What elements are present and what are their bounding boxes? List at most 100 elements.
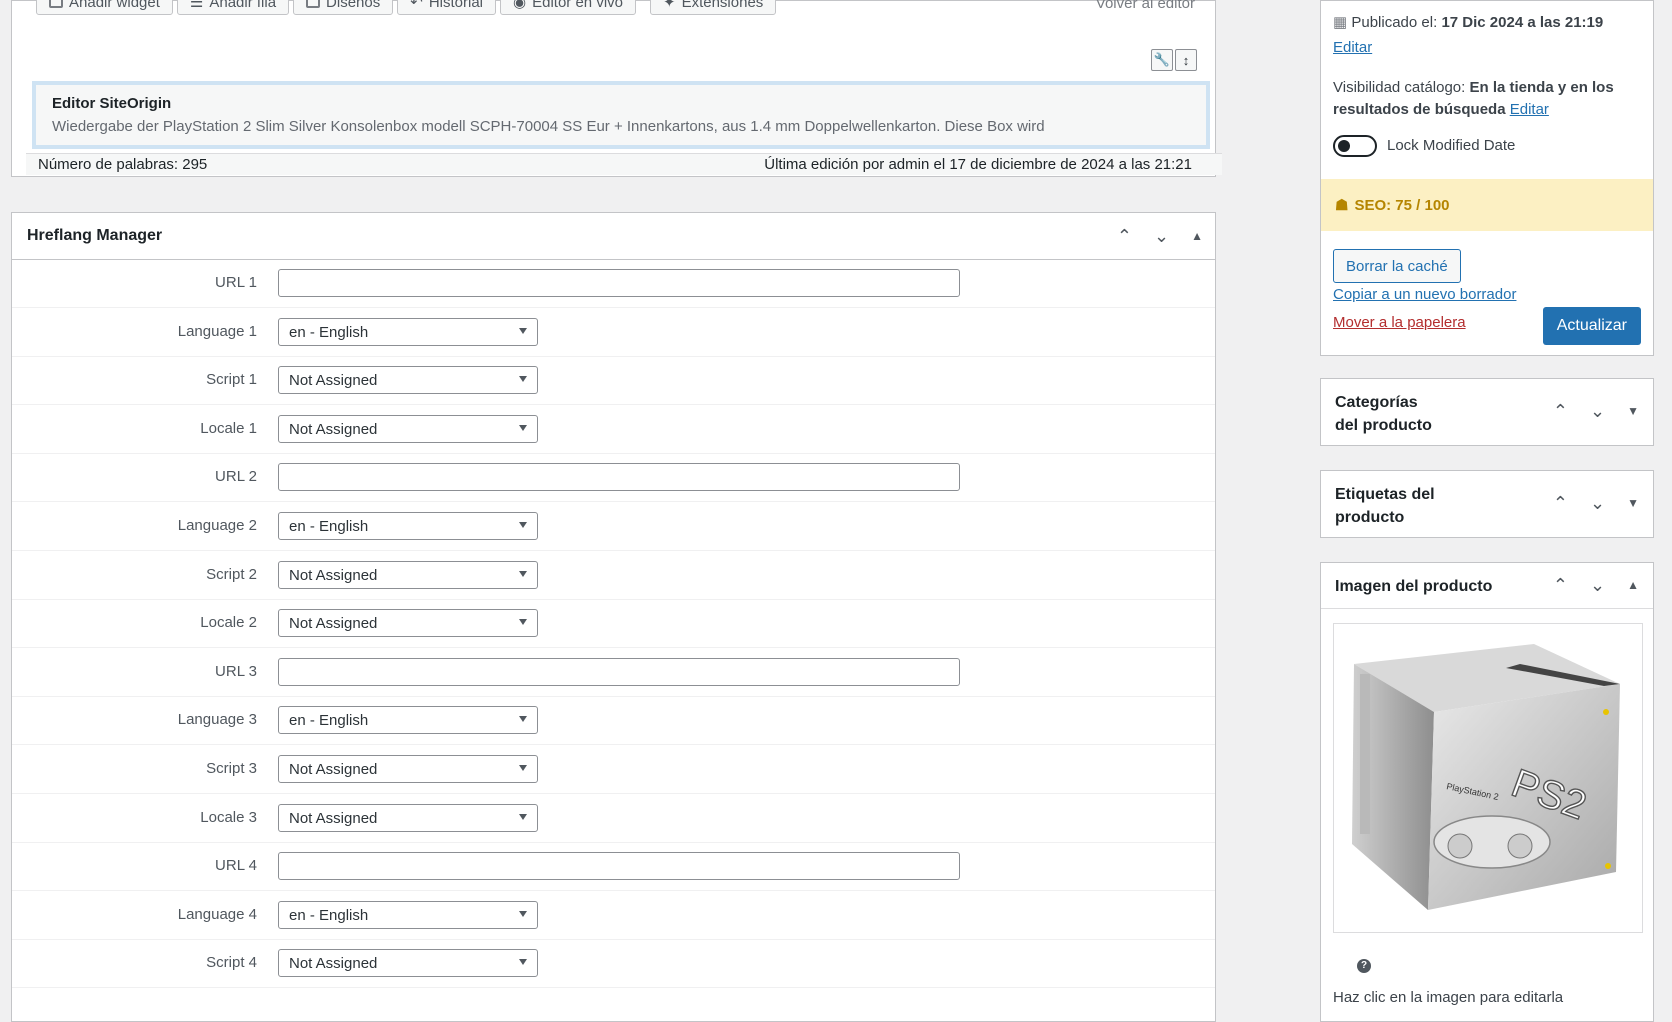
hreflang-row-label: Language 3 xyxy=(177,711,257,729)
visibility-value-1: En la tienda y en los xyxy=(1469,79,1614,96)
hreflang-row: URL 3 xyxy=(12,648,1215,697)
hreflang-row-label: URL 3 xyxy=(215,662,257,680)
hreflang-row: Locale 3 Not Assigned xyxy=(12,794,1215,843)
categories-title-2: del producto xyxy=(1335,417,1432,434)
history-label: Historial xyxy=(428,0,484,11)
hreflang-row-label: Locale 2 xyxy=(200,614,257,632)
edit-date-link[interactable]: Editar xyxy=(1333,39,1372,56)
hreflang-row: Language 3 en - English xyxy=(12,696,1215,746)
hreflang-select[interactable]: Not Assigned xyxy=(278,609,538,638)
published-date: 17 Dic 2024 a las 21:19 xyxy=(1441,14,1604,31)
hreflang-select[interactable]: en - English xyxy=(278,706,538,735)
dropdown-arrow-icon xyxy=(519,327,527,334)
hreflang-row: URL 1 xyxy=(12,259,1215,308)
tags-controls: ⌃ ⌄ ▼ xyxy=(1553,493,1639,514)
chevron-up-icon[interactable]: ⌃ xyxy=(1117,226,1132,247)
seo-score-badge: ☗ SEO: 75 / 100 xyxy=(1321,179,1653,231)
hreflang-row-label: Script 1 xyxy=(206,371,257,389)
publish-panel: ▦ Publicado el: 17 Dic 2024 a las 21:19 … xyxy=(1320,0,1654,356)
dropdown-arrow-icon xyxy=(519,813,527,820)
url-input[interactable] xyxy=(278,269,960,297)
add-row-button[interactable]: ☰ Añadir fila xyxy=(176,0,290,15)
select-value: Not Assigned xyxy=(289,420,378,438)
tags-panel: Etiquetas del producto ⌃ ⌄ ▼ xyxy=(1320,470,1654,538)
menu-icon: ☰ xyxy=(189,0,204,11)
toggle-arrow-icon[interactable]: ▼ xyxy=(1627,493,1639,514)
hreflang-select[interactable]: Not Assigned xyxy=(278,560,538,589)
edit-visibility-link[interactable]: Editar xyxy=(1510,101,1549,118)
siteorigin-widget[interactable]: Editor SiteOrigin Wiedergabe der PlaySta… xyxy=(32,81,1210,149)
panel-controls: ⌃ ⌄ ▲ xyxy=(1117,226,1203,247)
hreflang-select[interactable]: Not Assigned xyxy=(278,949,538,978)
hreflang-select[interactable]: Not Assigned xyxy=(278,366,538,395)
history-button[interactable]: ↶ Historial xyxy=(397,0,497,15)
chevron-up-icon[interactable]: ⌃ xyxy=(1553,401,1568,422)
chevron-down-icon[interactable]: ⌄ xyxy=(1590,493,1605,514)
ps2-box-image: PS2 PlayStation 2 xyxy=(1352,644,1620,910)
seo-score: SEO: 75 / 100 xyxy=(1354,196,1450,214)
calendar-icon: ▦ xyxy=(1333,14,1348,31)
chevron-up-icon[interactable]: ⌃ xyxy=(1553,575,1568,596)
select-value: Not Assigned xyxy=(289,615,378,633)
toggle-arrow-icon[interactable]: ▼ xyxy=(1627,401,1639,422)
add-widget-button[interactable]: Añadir widget xyxy=(36,0,173,15)
extensions-button[interactable]: ✦ Extensiones xyxy=(650,0,777,15)
dropdown-arrow-icon xyxy=(519,424,527,431)
select-value: Not Assigned xyxy=(289,809,378,827)
widget-title: Editor SiteOrigin xyxy=(52,95,172,112)
trash-link[interactable]: Mover a la papelera xyxy=(1333,314,1466,331)
update-button[interactable]: Actualizar xyxy=(1542,307,1641,345)
hreflang-row: Locale 2 Not Assigned xyxy=(12,599,1215,649)
hreflang-row: Script 2 Not Assigned xyxy=(12,551,1215,600)
chevron-down-icon[interactable]: ⌄ xyxy=(1590,401,1605,422)
lock-label: Lock Modified Date xyxy=(1387,137,1516,154)
hreflang-row: Language 4 en - English xyxy=(12,891,1215,940)
product-image[interactable]: PS2 PlayStation 2 xyxy=(1333,623,1643,933)
toggle-arrow-icon[interactable]: ▲ xyxy=(1191,229,1203,243)
hreflang-header: Hreflang Manager ⌃ ⌄ ▲ xyxy=(12,213,1215,260)
categories-panel: Categorías del producto ⌃ ⌄ ▼ xyxy=(1320,378,1654,446)
widget-description: Wiedergabe der PlayStation 2 Slim Silver… xyxy=(52,118,1045,135)
editor-status-bar: Número de palabras: 295 Última edición p… xyxy=(26,153,1222,175)
row-tools: 🔧 ↕ xyxy=(1151,49,1197,71)
help-icon[interactable]: ? xyxy=(1357,959,1371,973)
lock-modified-toggle[interactable] xyxy=(1333,135,1377,157)
toggle-arrow-icon[interactable]: ▲ xyxy=(1627,575,1639,596)
hreflang-select[interactable]: Not Assigned xyxy=(278,414,538,443)
url-input[interactable] xyxy=(278,852,960,881)
url-input[interactable] xyxy=(278,463,960,492)
product-image-hint: Haz clic en la imagen para editarla xyxy=(1333,989,1564,1006)
hreflang-select[interactable]: en - English xyxy=(278,317,538,346)
add-widget-label: Añadir widget xyxy=(69,0,160,11)
live-editor-button[interactable]: ◉ Editor en vivo xyxy=(500,0,636,15)
tags-title-1: Etiquetas del xyxy=(1335,486,1435,503)
copy-draft-link[interactable]: Copiar a un nuevo borrador xyxy=(1333,286,1516,303)
published-label: Publicado el: xyxy=(1351,14,1438,31)
hreflang-row: Language 1 en - English xyxy=(12,308,1215,357)
select-value: Not Assigned xyxy=(289,372,378,390)
hreflang-select[interactable]: Not Assigned xyxy=(278,755,538,783)
move-icon[interactable]: ↕ xyxy=(1175,49,1197,71)
dropdown-arrow-icon xyxy=(519,716,527,723)
clear-cache-button[interactable]: Borrar la caché xyxy=(1333,249,1461,283)
hreflang-select[interactable]: Not Assigned xyxy=(278,803,538,832)
published-line: ▦ Publicado el: 17 Dic 2024 a las 21:19 xyxy=(1333,13,1603,31)
hreflang-select[interactable]: en - English xyxy=(278,900,538,929)
hreflang-row-label: Language 2 xyxy=(177,517,257,534)
layouts-button[interactable]: Diseños xyxy=(293,0,394,15)
select-value: Not Assigned xyxy=(289,955,378,973)
wrench-icon[interactable]: 🔧 xyxy=(1151,49,1173,71)
eye-icon: ◉ xyxy=(513,0,527,11)
hreflang-select[interactable]: en - English xyxy=(278,512,538,540)
hreflang-row: URL 4 xyxy=(12,842,1215,892)
live-editor-label: Editor en vivo xyxy=(532,0,623,11)
chevron-down-icon[interactable]: ⌄ xyxy=(1590,575,1605,596)
back-to-editor-link[interactable]: Volver al editor xyxy=(1096,0,1195,12)
seo-icon: ☗ xyxy=(1335,197,1349,214)
url-input[interactable] xyxy=(278,657,960,686)
page-builder-panel: Añadir widget ☰ Añadir fila Diseños ↶ Hist… xyxy=(11,0,1222,177)
select-value: en - English xyxy=(289,323,369,341)
chevron-up-icon[interactable]: ⌃ xyxy=(1553,493,1568,514)
chevron-down-icon[interactable]: ⌄ xyxy=(1154,226,1169,247)
dropdown-arrow-icon xyxy=(519,570,527,577)
